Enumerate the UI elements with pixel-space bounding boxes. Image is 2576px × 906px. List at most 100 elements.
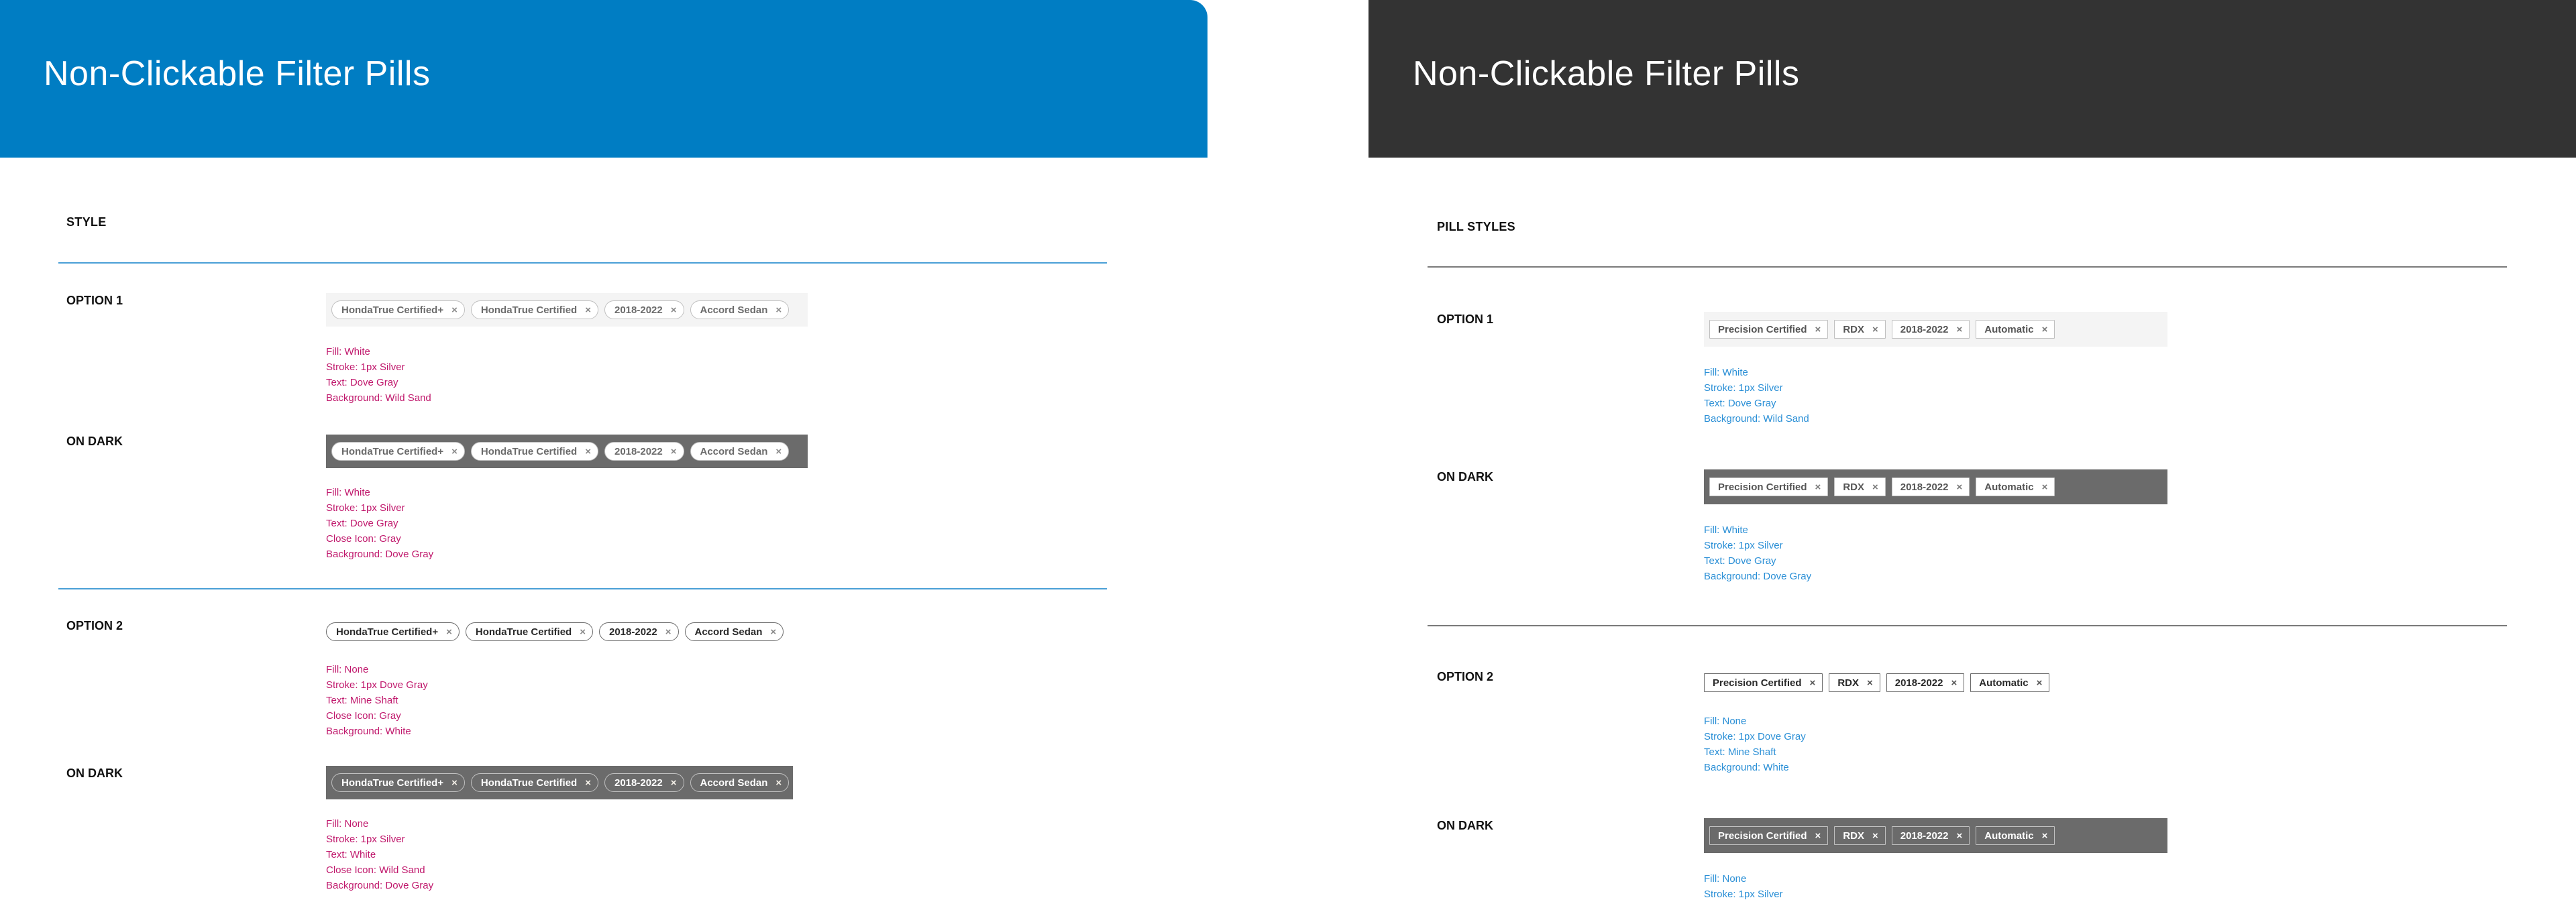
- close-icon[interactable]: ×: [1956, 482, 1962, 493]
- close-icon[interactable]: ×: [775, 777, 782, 789]
- close-icon[interactable]: ×: [671, 777, 677, 789]
- pill-label: 2018-2022: [614, 777, 663, 789]
- filter-pill: Precision Certified ×: [1709, 320, 1829, 339]
- filter-pill: HondaTrue Certified ×: [470, 442, 598, 461]
- pill-label: 2018-2022: [1900, 323, 1949, 335]
- close-icon[interactable]: ×: [580, 626, 586, 638]
- right-header: Non-Clickable Filter Pills: [1368, 0, 2576, 158]
- close-icon[interactable]: ×: [665, 626, 672, 638]
- filter-pill: 2018-2022 ×: [604, 300, 684, 319]
- pill-label: Precision Certified: [1713, 677, 1802, 689]
- note-line: Background: Dove Gray: [326, 880, 434, 891]
- pill-label: HondaTrue Certified: [480, 777, 578, 789]
- option-label: OPTION 2: [66, 619, 123, 632]
- filter-pill: 2018-2022 ×: [1891, 320, 1970, 339]
- pill-strip-option1: HondaTrue Certified+ × HondaTrue Certifie…: [326, 293, 808, 327]
- pill-label: RDX: [1843, 323, 1864, 335]
- close-icon[interactable]: ×: [585, 777, 591, 789]
- filter-pill: 2018-2022 ×: [1891, 477, 1970, 496]
- note-line: Text: Dove Gray: [1704, 398, 1776, 409]
- pill-strip-option2: Precision Certified × RDX × 2018-2022 × Aut…: [1704, 673, 2167, 693]
- pill-label: HondaTrue Certified+: [341, 445, 444, 457]
- close-icon[interactable]: ×: [2042, 324, 2048, 335]
- pill-label: HondaTrue Certified+: [336, 626, 439, 638]
- style-notes: Fill: White Stroke: 1px Silver Text: Dov…: [1704, 365, 1809, 427]
- close-icon[interactable]: ×: [1815, 482, 1821, 493]
- style-notes: Fill: White Stroke: 1px Silver Text: Dov…: [326, 344, 431, 406]
- note-line: Stroke: 1px Silver: [326, 502, 405, 514]
- filter-pill: 2018-2022 ×: [1886, 673, 1965, 692]
- pill-label: Automatic: [1984, 481, 2034, 493]
- close-icon[interactable]: ×: [775, 304, 782, 316]
- filter-pill: Accord Sedan ×: [690, 300, 790, 319]
- pill-label: RDX: [1843, 481, 1864, 493]
- note-line: Stroke: 1px Dove Gray: [1704, 731, 1806, 742]
- close-icon[interactable]: ×: [671, 304, 677, 316]
- filter-pill: 2018-2022 ×: [599, 622, 679, 641]
- pill-strip-option2-dark: HondaTrue Certified+ × HondaTrue Certifie…: [326, 766, 793, 799]
- close-icon[interactable]: ×: [1810, 677, 1816, 689]
- filter-pill: RDX ×: [1834, 320, 1886, 339]
- pill-label: 2018-2022: [1894, 677, 1943, 689]
- pill-label: RDX: [1843, 830, 1864, 842]
- note-line: Background: White: [326, 726, 411, 737]
- close-icon[interactable]: ×: [585, 446, 591, 457]
- note-line: Close Icon: Gray: [326, 533, 401, 545]
- close-icon[interactable]: ×: [1951, 677, 1957, 689]
- filter-pill: Automatic ×: [1976, 826, 2055, 845]
- close-icon[interactable]: ×: [671, 446, 677, 457]
- note-line: Fill: White: [1704, 524, 1748, 536]
- filter-pill: HondaTrue Certified+ ×: [326, 622, 460, 641]
- close-icon[interactable]: ×: [1956, 324, 1962, 335]
- option-label: ON DARK: [66, 435, 123, 448]
- filter-pill: HondaTrue Certified ×: [470, 300, 598, 319]
- note-line: Background: Dove Gray: [326, 549, 434, 560]
- page-title: Non-Clickable Filter Pills: [1413, 54, 1800, 93]
- filter-pill: Precision Certified ×: [1709, 826, 1829, 845]
- pill-label: HondaTrue Certified+: [341, 304, 444, 316]
- pill-label: Automatic: [1979, 677, 2029, 689]
- close-icon[interactable]: ×: [1872, 482, 1878, 493]
- filter-pill: HondaTrue Certified ×: [465, 622, 593, 641]
- close-icon[interactable]: ×: [770, 626, 776, 638]
- option-label: OPTION 2: [1437, 670, 1494, 683]
- close-icon[interactable]: ×: [775, 446, 782, 457]
- close-icon[interactable]: ×: [1867, 677, 1873, 689]
- note-line: Stroke: 1px Silver: [1704, 889, 1783, 900]
- filter-pill: Precision Certified ×: [1704, 673, 1823, 692]
- close-icon[interactable]: ×: [2037, 677, 2043, 689]
- close-icon[interactable]: ×: [451, 304, 458, 316]
- close-icon[interactable]: ×: [585, 304, 591, 316]
- pill-label: Precision Certified: [1718, 830, 1807, 842]
- close-icon[interactable]: ×: [2042, 830, 2048, 842]
- note-line: Fill: None: [326, 818, 369, 830]
- close-icon[interactable]: ×: [1956, 830, 1962, 842]
- filter-pill: Automatic ×: [1976, 320, 2055, 339]
- close-icon[interactable]: ×: [1815, 324, 1821, 335]
- close-icon[interactable]: ×: [1815, 830, 1821, 842]
- divider: [1428, 625, 2507, 626]
- option-label: ON DARK: [1437, 819, 1493, 832]
- close-icon[interactable]: ×: [1872, 324, 1878, 335]
- close-icon[interactable]: ×: [451, 446, 458, 457]
- style-notes: Fill: White Stroke: 1px Silver Text: Dov…: [326, 485, 433, 562]
- pill-label: Accord Sedan: [700, 304, 768, 316]
- pill-label: Automatic: [1984, 830, 2034, 842]
- note-line: Background: Dove Gray: [1704, 571, 1812, 582]
- filter-pill: RDX ×: [1829, 673, 1880, 692]
- page-title: Non-Clickable Filter Pills: [44, 54, 431, 93]
- pill-strip-option2: HondaTrue Certified+ × HondaTrue Certifie…: [321, 622, 804, 642]
- close-icon[interactable]: ×: [1872, 830, 1878, 842]
- section-label: STYLE: [66, 215, 107, 229]
- close-icon[interactable]: ×: [446, 626, 452, 638]
- pill-label: Accord Sedan: [694, 626, 763, 638]
- option-label: OPTION 1: [1437, 313, 1494, 326]
- style-notes: Fill: None Stroke: 1px Silver: [1704, 871, 1783, 902]
- pill-label: Accord Sedan: [700, 777, 768, 789]
- option-label: ON DARK: [66, 767, 123, 780]
- close-icon[interactable]: ×: [2042, 482, 2048, 493]
- close-icon[interactable]: ×: [451, 777, 458, 789]
- filter-pill: Accord Sedan ×: [690, 442, 790, 461]
- filter-pill: Precision Certified ×: [1709, 477, 1829, 496]
- option-label: ON DARK: [1437, 470, 1493, 484]
